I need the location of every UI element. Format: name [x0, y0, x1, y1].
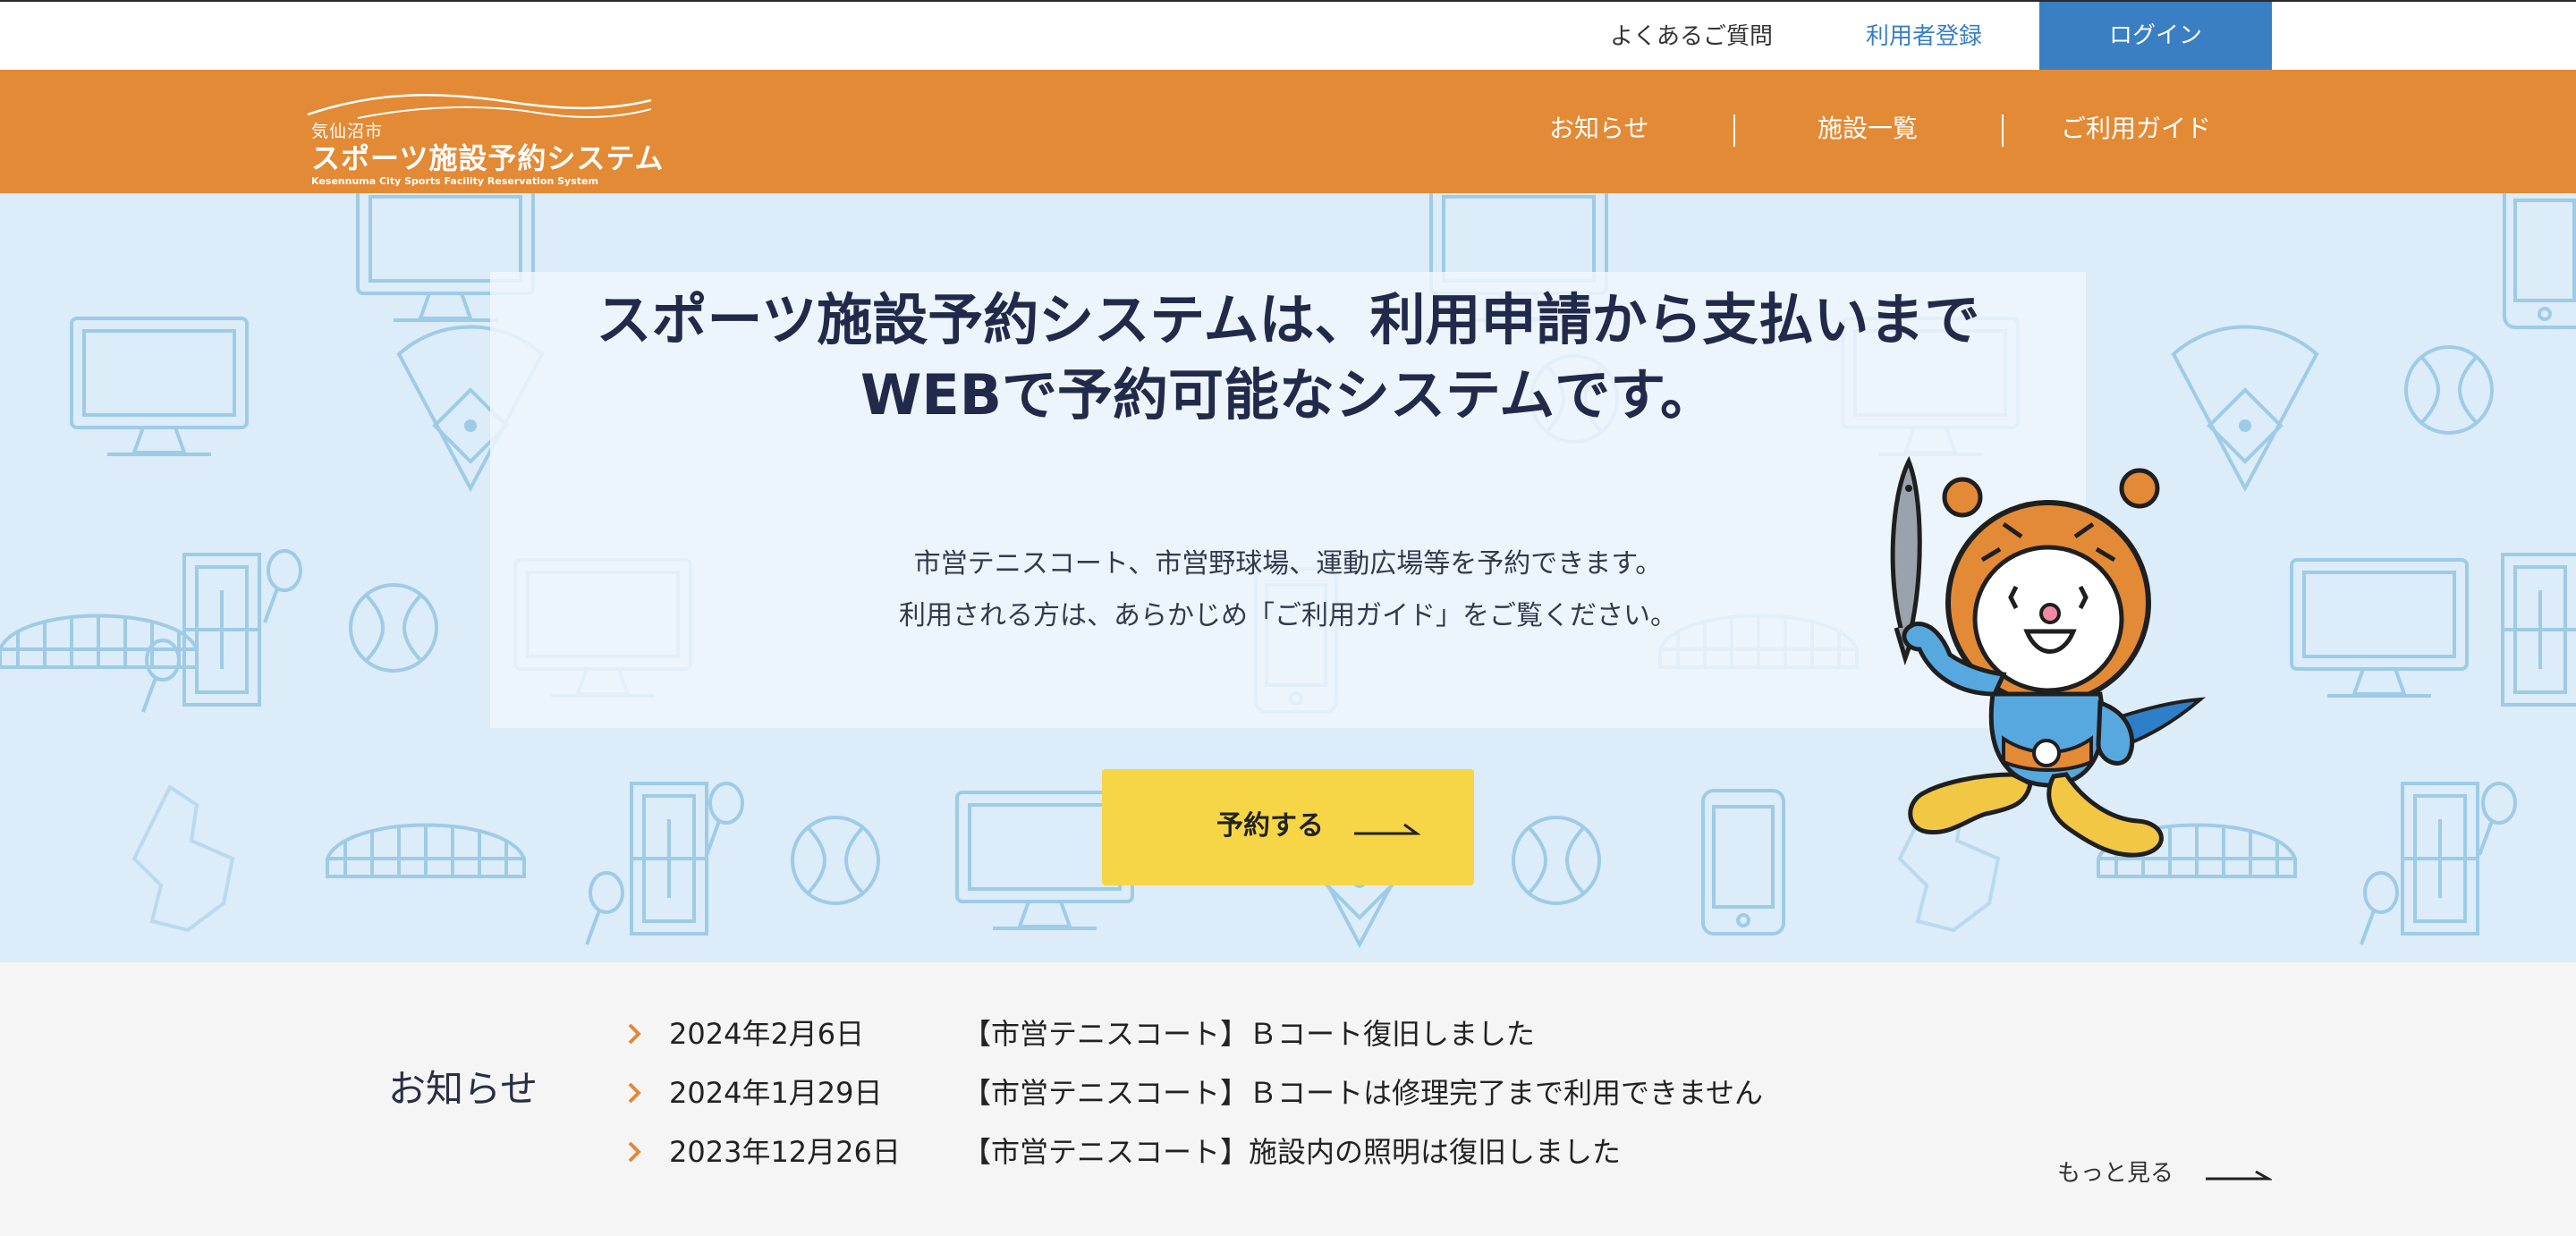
- nav-separator: [2002, 114, 2004, 147]
- news-date: 2024年1月29日: [669, 1076, 883, 1110]
- more-news-label: もっと見る: [2057, 1160, 2174, 1187]
- nav-facilities[interactable]: 施設一覧: [1818, 113, 1918, 145]
- mascot-character: [1890, 455, 2207, 858]
- faq-link[interactable]: よくあるご質問: [1610, 21, 1773, 52]
- login-button[interactable]: ログイン: [2039, 2, 2272, 72]
- more-news-link[interactable]: もっと見る: [2057, 1156, 2272, 1191]
- hero-title: スポーツ施設予約システムは、利用申請から支払いまで WEBで予約可能なシステムで…: [0, 283, 2576, 433]
- arrow-right-icon: [2206, 1170, 2272, 1181]
- arrow-right-icon: [1354, 823, 1420, 835]
- utility-bar: よくあるご質問 利用者登録 ログイン: [0, 0, 2576, 72]
- news-title: 【市営テニスコート】Ｂコート復旧しました: [962, 1017, 1536, 1051]
- nav-news[interactable]: お知らせ: [1549, 113, 1648, 145]
- logo-name: スポーツ施設予約システム: [311, 141, 665, 175]
- news-section: お知らせ 2024年2月6日 【市営テニスコート】Ｂコート復旧しました 2024…: [0, 962, 2576, 1236]
- main-header: 気仙沼市 スポーツ施設予約システム Kesennuma City Sports …: [0, 70, 2576, 193]
- news-date: 2023年12月26日: [669, 1135, 901, 1169]
- news-date: 2024年2月6日: [669, 1017, 865, 1051]
- reserve-button-label: 予約する: [1216, 810, 1324, 842]
- reserve-button[interactable]: 予約する: [1102, 769, 1474, 885]
- news-title: 【市営テニスコート】Ｂコートは修理完了まで利用できません: [962, 1076, 1764, 1110]
- register-link[interactable]: 利用者登録: [1866, 21, 1982, 52]
- news-heading: お知らせ: [388, 1067, 538, 1111]
- hero-title-line: WEBで予約可能なシステムです。: [860, 362, 1716, 428]
- logo-subtitle: Kesennuma City Sports Facility Reservati…: [311, 175, 598, 187]
- hero-section: スポーツ施設予約システムは、利用申請から支払いまで WEBで予約可能なシステムで…: [0, 193, 2576, 962]
- site-logo[interactable]: 気仙沼市 スポーツ施設予約システム Kesennuma City Sports …: [304, 88, 663, 187]
- nav-guide[interactable]: ご利用ガイド: [2061, 113, 2211, 145]
- chevron-right-icon: [628, 1141, 641, 1163]
- logo-city: 気仙沼市: [311, 122, 384, 141]
- nav-separator: [1733, 114, 1735, 147]
- chevron-right-icon: [628, 1023, 641, 1045]
- hero-title-line: スポーツ施設予約システムは、利用申請から支払いまで: [596, 287, 1980, 352]
- chevron-right-icon: [628, 1082, 641, 1104]
- news-title: 【市営テニスコート】施設内の照明は復旧しました: [962, 1135, 1622, 1169]
